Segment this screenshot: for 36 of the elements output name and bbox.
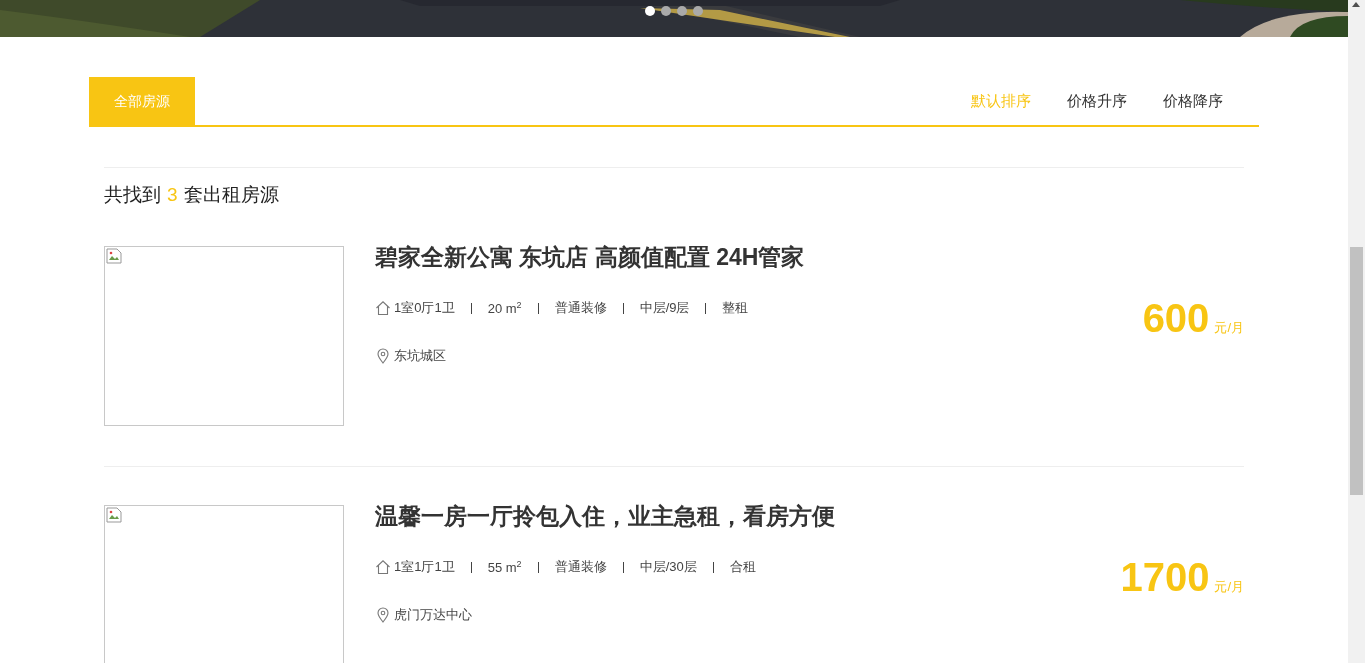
house-icon xyxy=(375,300,391,316)
floor-level: 中层/30层 xyxy=(639,558,697,576)
location-pin-icon xyxy=(375,607,391,623)
sort-link[interactable]: 价格降序 xyxy=(1163,91,1223,111)
location: 东坑城区 xyxy=(394,347,446,365)
location: 虎门万达中心 xyxy=(394,606,472,624)
rent-type: 合租 xyxy=(729,558,756,576)
rent-type: 整租 xyxy=(722,299,749,317)
price-unit: 元/月 xyxy=(1214,579,1244,594)
sort-link[interactable]: 价格升序 xyxy=(1067,91,1127,111)
carousel-dot[interactable] xyxy=(645,6,655,16)
result-summary: 套出租房源 xyxy=(183,184,279,205)
floor-level: 中层/9层 xyxy=(639,299,690,317)
scrollbar[interactable] xyxy=(1348,0,1365,663)
broken-image-icon xyxy=(106,507,122,523)
decoration-type: 普通装修 xyxy=(554,558,607,576)
location-pin-icon xyxy=(375,348,391,364)
floor-area: 20 m$^{2}$ xyxy=(487,299,522,317)
room-layout: 1室1厅1卫 xyxy=(394,558,455,576)
scrollbar-thumb[interactable] xyxy=(1350,247,1363,495)
listing-title[interactable]: 碧家全新公寓 东坑店 高颜值配置 24H管家 xyxy=(375,242,1143,273)
decoration-type: 普通装修 xyxy=(554,299,607,317)
carousel-dot[interactable] xyxy=(677,6,687,16)
price-unit: 元/月 xyxy=(1214,320,1244,335)
result-summary: 共找到 xyxy=(104,184,161,205)
result-count: 3 xyxy=(167,184,178,205)
price: 1700 xyxy=(1120,555,1210,599)
broken-image-icon xyxy=(106,248,122,264)
carousel-dot[interactable] xyxy=(661,6,671,16)
room-layout: 1室0厅1卫 xyxy=(394,299,455,317)
floor-area: 55 m$^{2}$ xyxy=(487,558,522,576)
price: 600 xyxy=(1142,296,1210,340)
carousel-dot[interactable] xyxy=(693,6,703,16)
scroll-up-icon[interactable] xyxy=(1352,2,1360,7)
house-icon xyxy=(375,559,391,575)
listing-title[interactable]: 温馨一房一厅拎包入住，业主急租，看房方便 xyxy=(375,501,1121,532)
